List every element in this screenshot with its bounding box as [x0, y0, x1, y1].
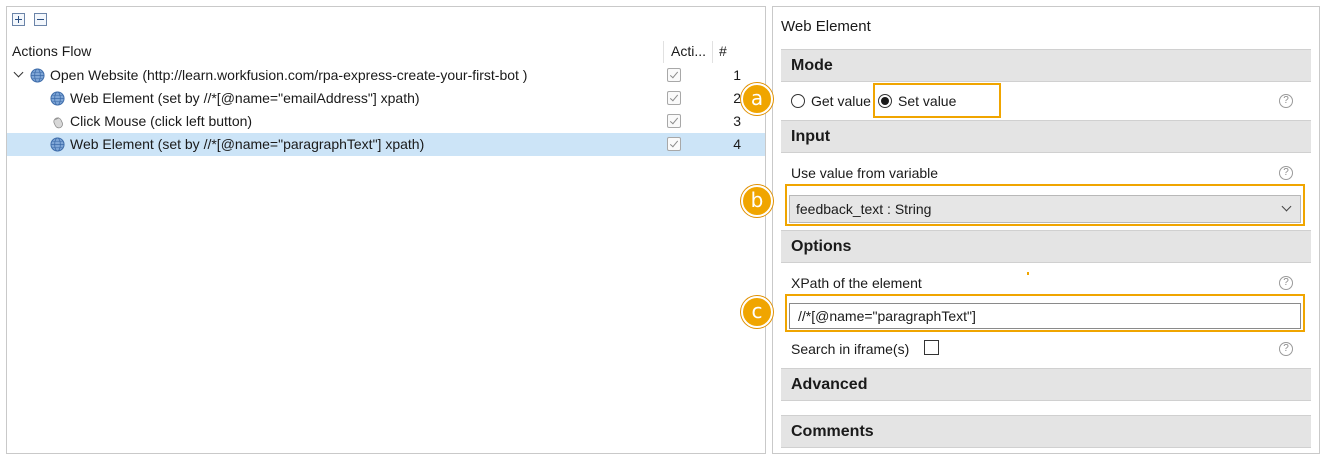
- row-number: 3: [733, 113, 741, 129]
- tree-row-label: Click Mouse (click left button): [70, 113, 253, 129]
- column-separator[interactable]: [712, 41, 713, 63]
- web-element-properties-panel: Web Element Mode Get value Set value ? I…: [772, 6, 1320, 454]
- tree-row-label: Open Website (http://learn.workfusion.co…: [50, 67, 528, 83]
- active-checkbox[interactable]: [667, 137, 681, 151]
- section-title: Options: [791, 238, 852, 255]
- active-checkbox[interactable]: [667, 91, 681, 105]
- get-value-radio[interactable]: [791, 94, 805, 108]
- column-header-number[interactable]: #: [719, 43, 727, 59]
- expand-all-icon[interactable]: [12, 13, 25, 26]
- help-icon[interactable]: ?: [1279, 276, 1293, 290]
- column-separator[interactable]: [663, 41, 664, 63]
- tree-row-web-element-paragraph[interactable]: Web Element (set by //*[@name="paragraph…: [7, 133, 765, 156]
- section-title: Comments: [791, 423, 874, 440]
- actions-flow-panel: Actions Flow Acti... # Open Website (htt…: [6, 6, 766, 454]
- panel-title: Web Element: [781, 18, 871, 35]
- chevron-down-icon[interactable]: [13, 67, 24, 78]
- section-comments[interactable]: Comments: [781, 415, 1311, 448]
- globe-icon: [50, 91, 65, 106]
- collapse-all-icon[interactable]: [34, 13, 47, 26]
- xpath-label: XPath of the element: [791, 275, 922, 291]
- highlight-set-value: [873, 83, 1001, 118]
- section-options[interactable]: Options: [781, 230, 1311, 263]
- tree-row-web-element-email[interactable]: Web Element (set by //*[@name="emailAddr…: [7, 87, 765, 110]
- globe-icon: [50, 137, 65, 152]
- tree-header: Actions Flow Acti... #: [7, 39, 765, 63]
- row-number: 4: [733, 136, 741, 152]
- help-icon[interactable]: ?: [1279, 166, 1293, 180]
- highlight-variable-select: [785, 184, 1305, 226]
- get-value-label[interactable]: Get value: [811, 93, 871, 109]
- help-icon[interactable]: ?: [1279, 342, 1293, 356]
- tree-row-label: Web Element (set by //*[@name="emailAddr…: [70, 90, 420, 106]
- active-checkbox[interactable]: [667, 68, 681, 82]
- active-checkbox[interactable]: [667, 114, 681, 128]
- help-icon[interactable]: ?: [1279, 94, 1293, 108]
- tree-row-label: Web Element (set by //*[@name="paragraph…: [70, 136, 425, 152]
- section-advanced[interactable]: Advanced: [781, 368, 1311, 401]
- section-title: Input: [791, 128, 831, 145]
- row-number: 2: [733, 90, 741, 106]
- section-title: Mode: [791, 57, 833, 74]
- search-iframe-checkbox[interactable]: [924, 340, 939, 355]
- mouse-icon: [53, 117, 63, 129]
- callout-badge-c: c: [741, 296, 773, 328]
- tree-toolbar: [7, 7, 765, 37]
- column-header-active[interactable]: Acti...: [671, 43, 706, 59]
- use-value-label: Use value from variable: [791, 165, 939, 181]
- tree-row-open-website[interactable]: Open Website (http://learn.workfusion.co…: [7, 64, 765, 87]
- section-title: Advanced: [791, 376, 868, 393]
- section-mode[interactable]: Mode: [781, 49, 1311, 82]
- section-input[interactable]: Input: [781, 120, 1311, 153]
- column-header-actions-flow[interactable]: Actions Flow: [12, 43, 91, 59]
- tree-row-click-mouse[interactable]: Click Mouse (click left button) 3: [7, 110, 765, 133]
- highlight-xpath-input: [785, 294, 1305, 332]
- iframe-label: Search in iframe(s): [791, 341, 910, 357]
- decorative-dot: [1027, 272, 1029, 275]
- row-number: 1: [733, 67, 741, 83]
- callout-badge-b: b: [741, 185, 773, 217]
- callout-badge-a: a: [741, 83, 773, 115]
- globe-icon: [30, 68, 45, 83]
